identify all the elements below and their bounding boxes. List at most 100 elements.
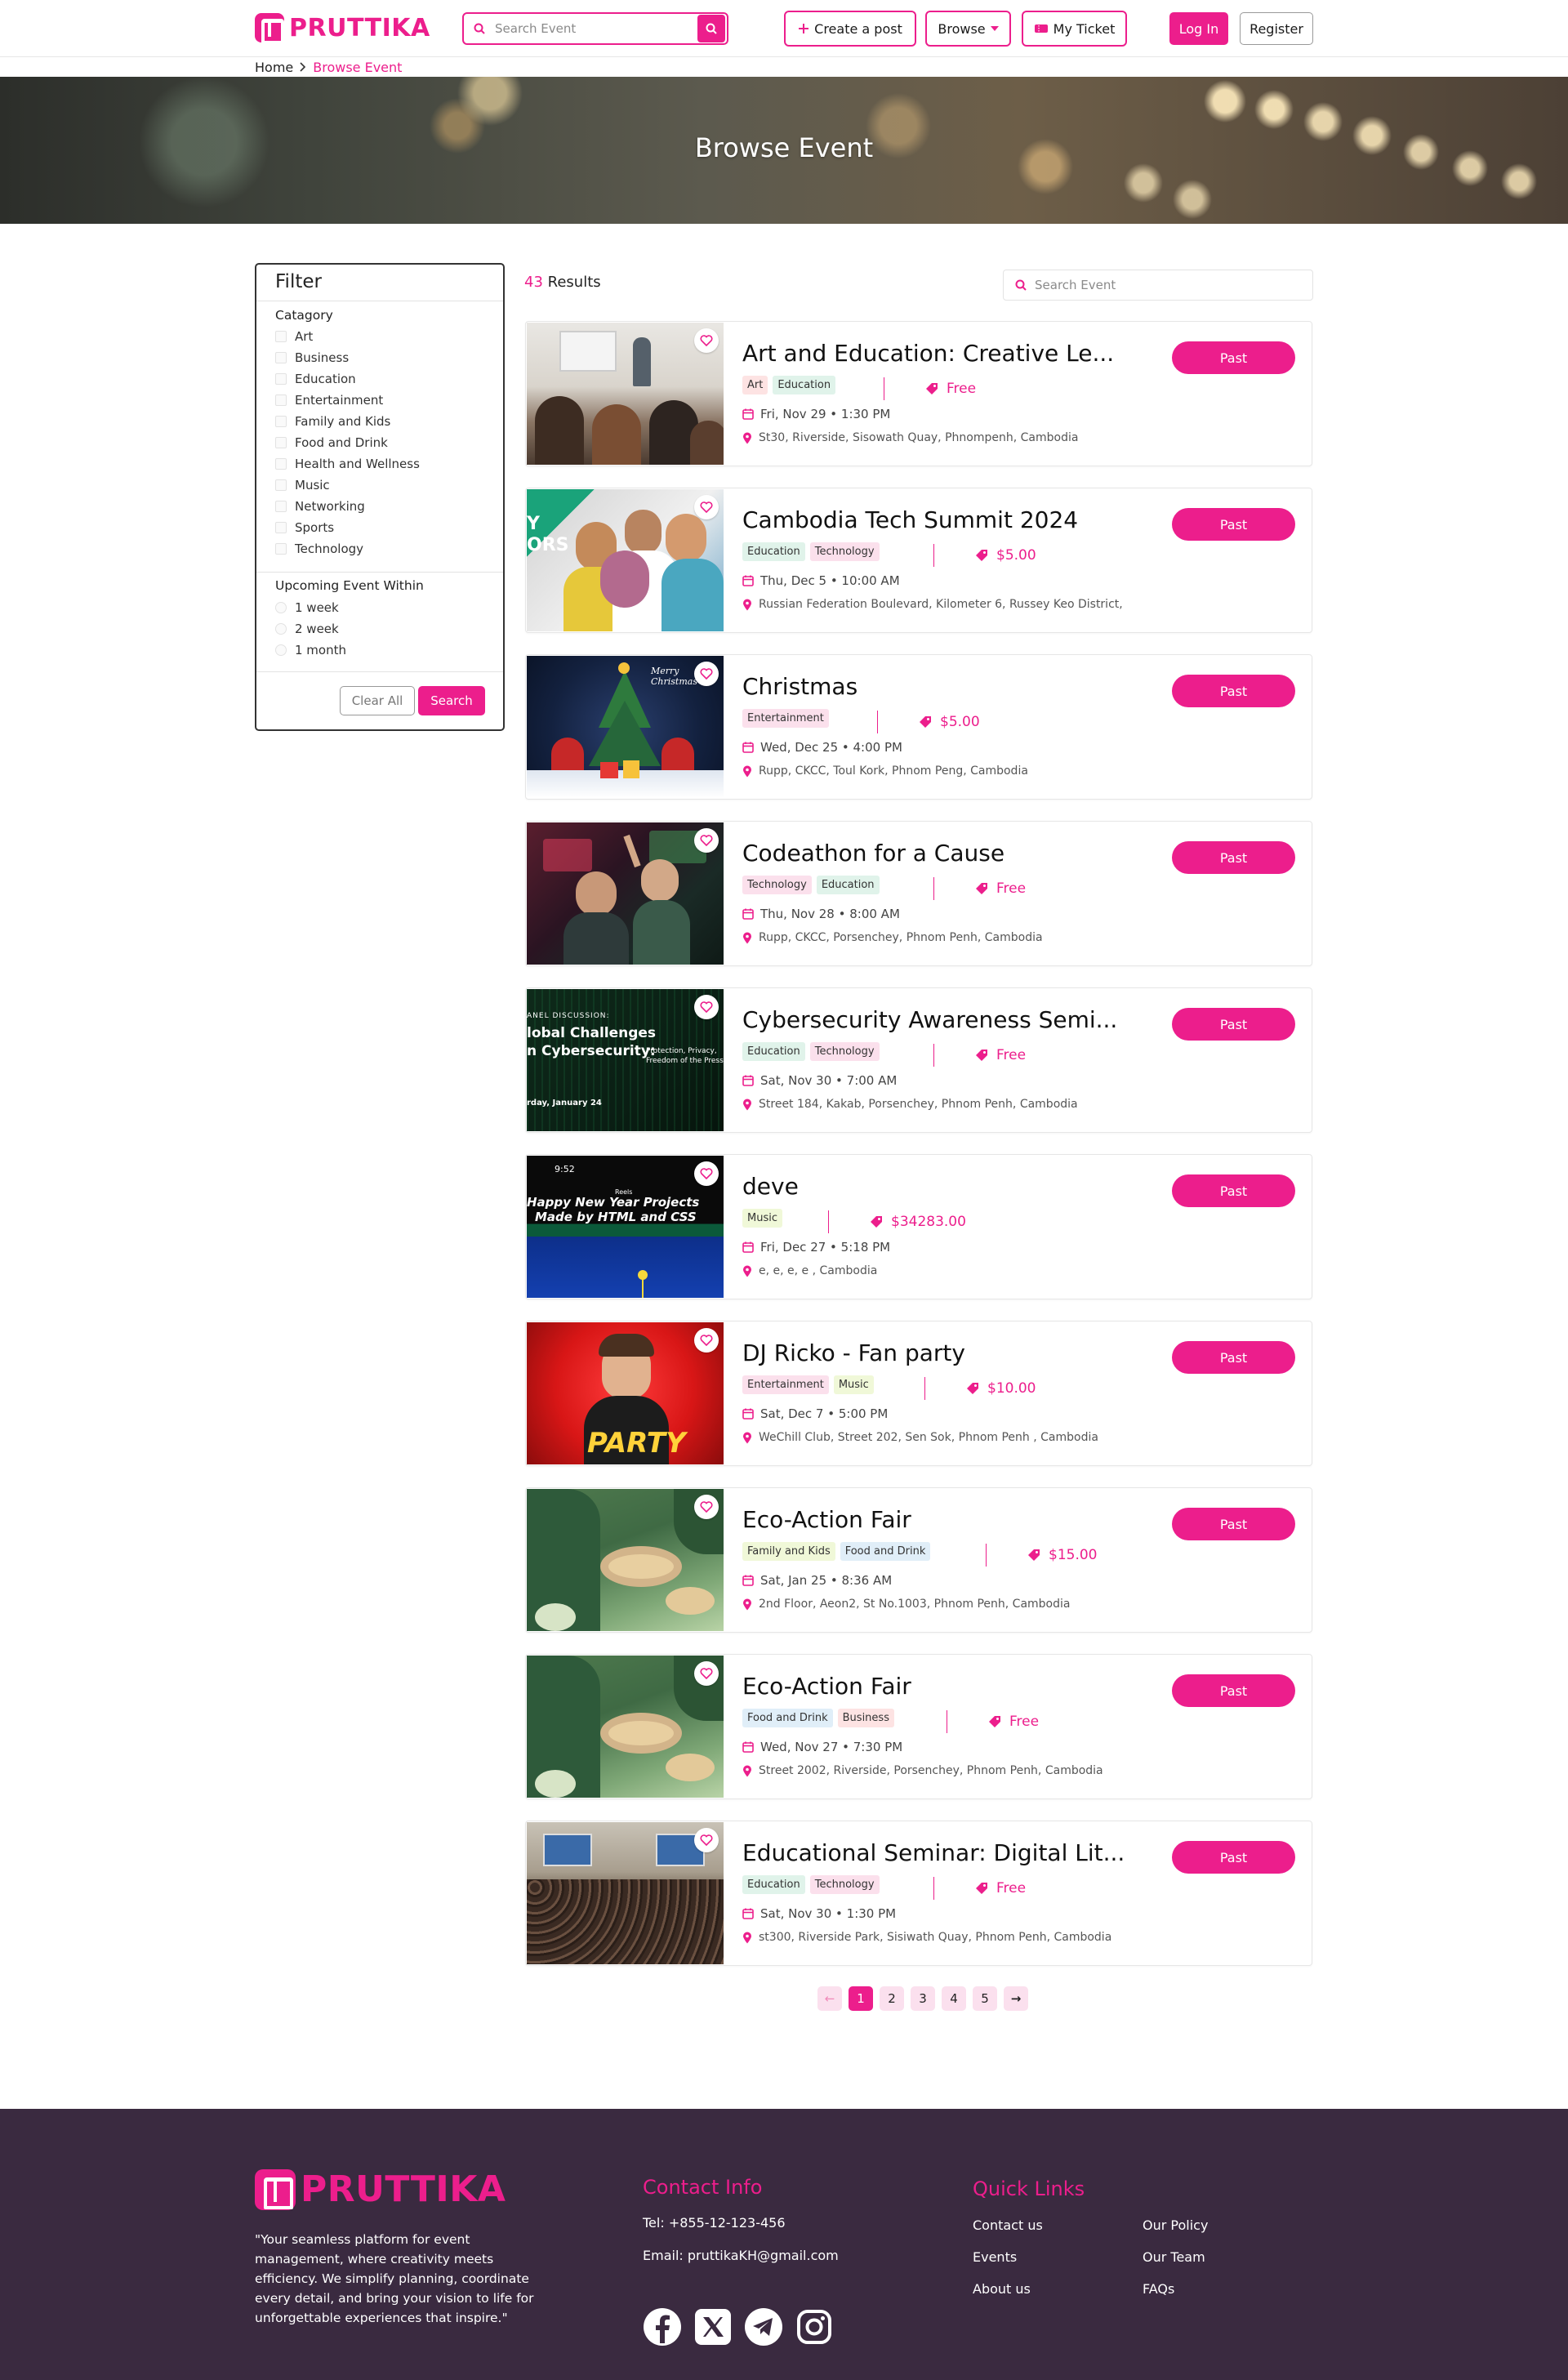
checkbox[interactable] — [275, 522, 287, 533]
checkbox[interactable] — [275, 501, 287, 512]
checkbox[interactable] — [275, 543, 287, 555]
pagination-next-button[interactable]: → — [1004, 1986, 1028, 2011]
contact-email[interactable]: Email: pruttikaKH@gmail.com — [643, 2248, 839, 2263]
create-post-button[interactable]: Create a post — [784, 11, 916, 47]
event-title[interactable]: Eco-Action Fair — [742, 1506, 911, 1533]
upcoming-option-1-week[interactable]: 1 week — [275, 598, 339, 617]
my-ticket-button[interactable]: My Ticket — [1022, 11, 1127, 47]
favorite-button[interactable] — [694, 828, 719, 853]
event-status-button[interactable]: Past — [1172, 1674, 1295, 1707]
category-option-health[interactable]: Health and Wellness — [275, 454, 420, 474]
pagination-page-4[interactable]: 4 — [942, 1986, 966, 2011]
event-card[interactable]: Art and Education: Creative Le... Art Ed… — [525, 321, 1312, 466]
category-option-education[interactable]: Education — [275, 369, 356, 389]
results-search-input[interactable] — [1035, 278, 1312, 292]
favorite-button[interactable] — [694, 1661, 719, 1686]
checkbox[interactable] — [275, 373, 287, 385]
clear-all-button[interactable]: Clear All — [340, 686, 415, 715]
footer-link-about[interactable]: About us — [973, 2281, 1031, 2297]
checkbox[interactable] — [275, 416, 287, 427]
event-card[interactable]: Merry Christmas Christmas Entertainment … — [525, 654, 1312, 800]
category-option-entertainment[interactable]: Entertainment — [275, 390, 383, 410]
checkbox[interactable] — [275, 352, 287, 363]
upcoming-option-2-week[interactable]: 2 week — [275, 619, 339, 639]
event-status-button[interactable]: Past — [1172, 1841, 1295, 1874]
header-search-input[interactable] — [495, 21, 697, 36]
checkbox[interactable] — [275, 437, 287, 448]
category-label: Business — [295, 350, 350, 365]
favorite-button[interactable] — [694, 495, 719, 519]
category-option-technology[interactable]: Technology — [275, 539, 363, 559]
event-title[interactable]: Christmas — [742, 673, 858, 700]
event-title[interactable]: deve — [742, 1173, 799, 1200]
pagination-page-2[interactable]: 2 — [880, 1986, 904, 2011]
facebook-icon[interactable] — [643, 2307, 682, 2347]
event-status-button[interactable]: Past — [1172, 508, 1295, 541]
brand-logo[interactable]: PRUTTIKA — [255, 13, 430, 44]
event-status-button[interactable]: Past — [1172, 1174, 1295, 1207]
footer-link-contact[interactable]: Contact us — [973, 2217, 1043, 2233]
checkbox[interactable] — [275, 331, 287, 342]
favorite-button[interactable] — [694, 1495, 719, 1519]
event-title[interactable]: Cambodia Tech Summit 2024 — [742, 506, 1078, 533]
category-option-food[interactable]: Food and Drink — [275, 433, 388, 452]
event-card[interactable]: PARTY DJ Ricko - Fan party Entertainment… — [525, 1321, 1312, 1466]
header-search-button[interactable] — [697, 15, 725, 42]
category-option-business[interactable]: Business — [275, 348, 349, 368]
category-option-networking[interactable]: Networking — [275, 497, 365, 516]
checkbox[interactable] — [275, 479, 287, 491]
event-card[interactable]: Y ORS Cambodia Tech Summit 2024 Educatio… — [525, 488, 1312, 633]
pagination-page-5[interactable]: 5 — [973, 1986, 997, 2011]
category-option-sports[interactable]: Sports — [275, 518, 334, 537]
telegram-icon[interactable] — [744, 2307, 783, 2347]
event-card[interactable]: 9:52 Reels Happy New Year Projects Made … — [525, 1154, 1312, 1299]
event-card[interactable]: Educational Seminar: Digital Lit... Educ… — [525, 1821, 1312, 1966]
instagram-icon[interactable] — [795, 2307, 834, 2347]
x-twitter-icon[interactable] — [693, 2307, 733, 2347]
filter-search-button[interactable]: Search — [418, 686, 485, 715]
event-title[interactable]: DJ Ricko - Fan party — [742, 1339, 965, 1366]
event-card[interactable]: Codeathon for a Cause Technology Educati… — [525, 821, 1312, 966]
event-status-button[interactable]: Past — [1172, 1508, 1295, 1540]
upcoming-option-1-month[interactable]: 1 month — [275, 640, 346, 660]
radio[interactable] — [275, 644, 287, 656]
register-button[interactable]: Register — [1240, 12, 1313, 45]
footer-link-team[interactable]: Our Team — [1143, 2249, 1205, 2265]
event-card[interactable]: Eco-Action Fair Food and Drink Business … — [525, 1654, 1312, 1799]
footer-link-policy[interactable]: Our Policy — [1143, 2217, 1208, 2233]
favorite-button[interactable] — [694, 995, 719, 1019]
favorite-button[interactable] — [694, 1828, 719, 1852]
footer-link-events[interactable]: Events — [973, 2249, 1017, 2265]
category-option-music[interactable]: Music — [275, 475, 330, 495]
favorite-button[interactable] — [694, 1161, 719, 1186]
checkbox[interactable] — [275, 394, 287, 406]
radio[interactable] — [275, 602, 287, 613]
event-status-button[interactable]: Past — [1172, 1341, 1295, 1374]
checkbox[interactable] — [275, 458, 287, 470]
event-status-button[interactable]: Past — [1172, 675, 1295, 707]
event-title[interactable]: Educational Seminar: Digital Lit... — [742, 1839, 1125, 1866]
pagination-prev-button[interactable]: ← — [817, 1986, 842, 2011]
favorite-button[interactable] — [694, 1328, 719, 1353]
event-status-button[interactable]: Past — [1172, 1008, 1295, 1041]
footer-brand-logo[interactable]: PRUTTIKA — [255, 2168, 506, 2210]
favorite-button[interactable] — [694, 662, 719, 686]
category-option-family[interactable]: Family and Kids — [275, 412, 390, 431]
browse-dropdown[interactable]: Browse — [925, 11, 1011, 47]
login-button[interactable]: Log In — [1169, 12, 1228, 45]
event-status-button[interactable]: Past — [1172, 841, 1295, 874]
favorite-button[interactable] — [694, 328, 719, 353]
event-status-button[interactable]: Past — [1172, 341, 1295, 374]
event-card[interactable]: Eco-Action Fair Family and Kids Food and… — [525, 1487, 1312, 1633]
pagination-page-1[interactable]: 1 — [849, 1986, 873, 2011]
category-option-art[interactable]: Art — [275, 327, 313, 346]
event-title[interactable]: Cybersecurity Awareness Semi... — [742, 1006, 1117, 1033]
event-card[interactable]: ANEL DISCUSSION: lobal Challenges n Cybe… — [525, 987, 1312, 1133]
footer-link-faqs[interactable]: FAQs — [1143, 2281, 1174, 2297]
pagination-page-3[interactable]: 3 — [911, 1986, 935, 2011]
event-title[interactable]: Art and Education: Creative Le... — [742, 340, 1114, 367]
event-title[interactable]: Codeathon for a Cause — [742, 840, 1004, 867]
event-title[interactable]: Eco-Action Fair — [742, 1673, 911, 1700]
radio[interactable] — [275, 623, 287, 635]
breadcrumb-home[interactable]: Home — [255, 60, 293, 75]
